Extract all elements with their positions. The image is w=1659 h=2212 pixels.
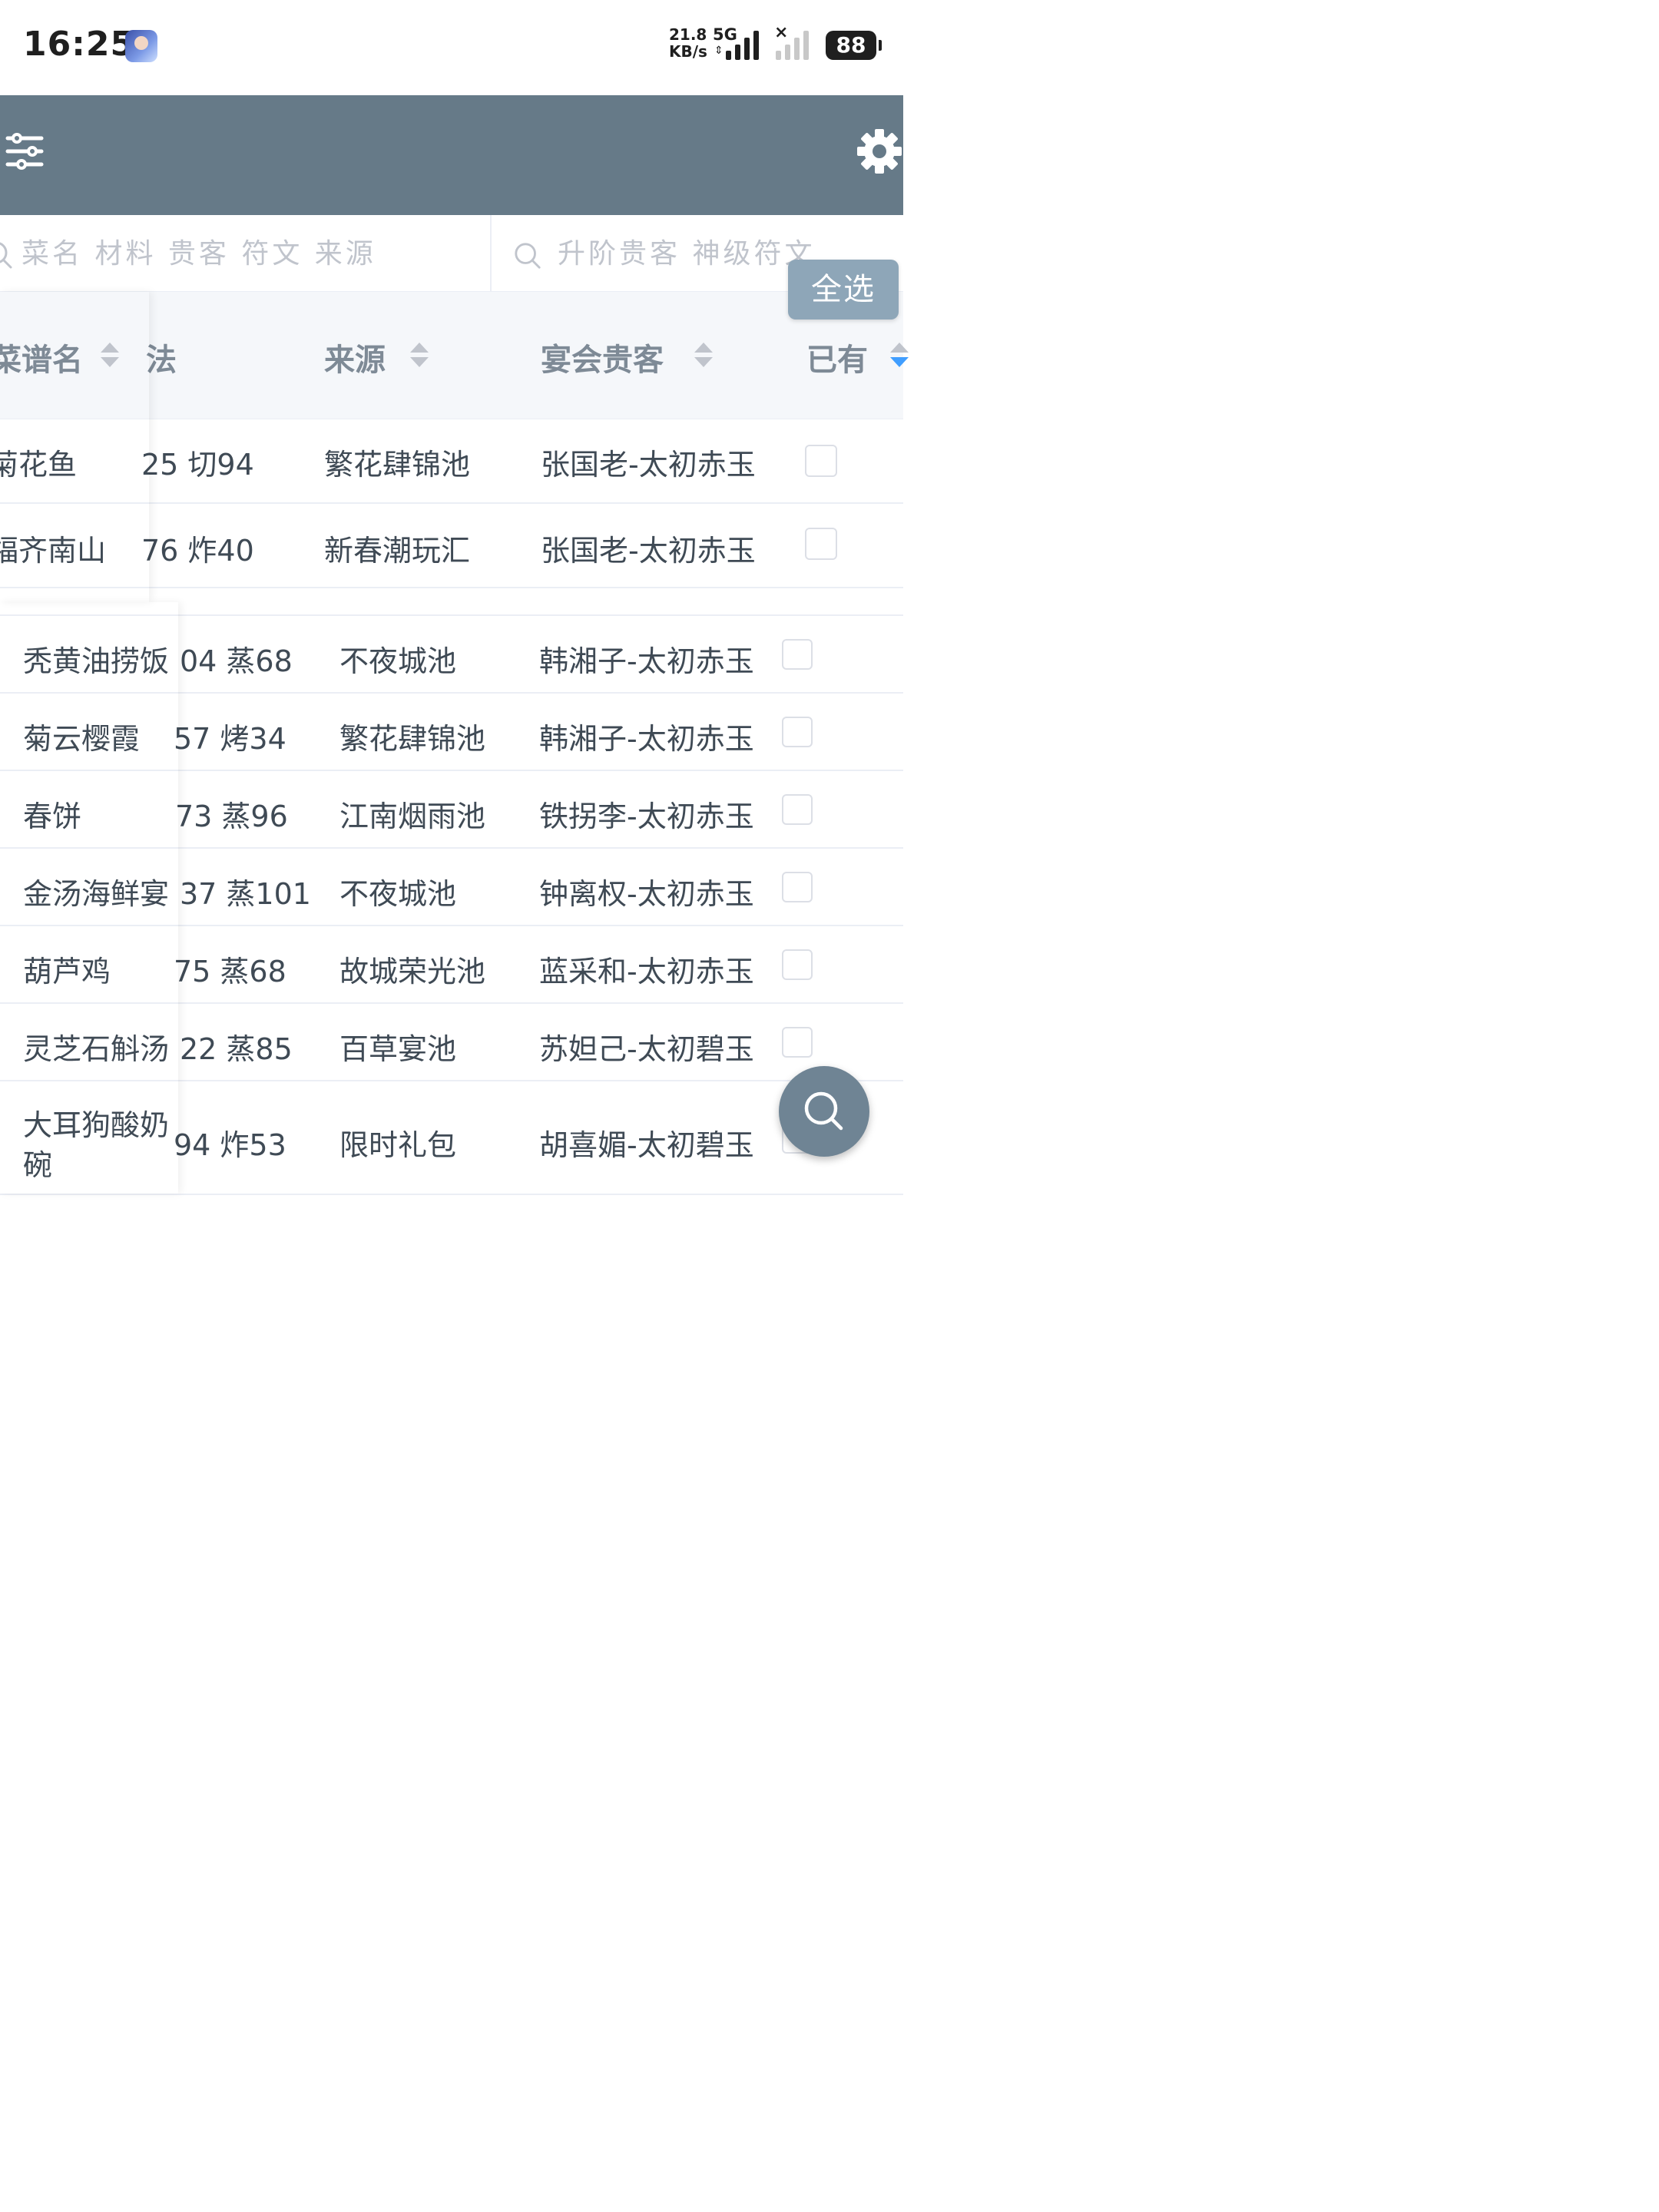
method-cell: 76 炸40	[141, 534, 254, 568]
search-icon	[804, 1091, 843, 1131]
battery-icon: 88	[826, 31, 882, 60]
table-row-gap	[0, 588, 903, 616]
search-row	[0, 215, 903, 292]
recipe-name-cell: 菊花鱼	[0, 448, 78, 482]
method-cell: 04 蒸68	[180, 644, 293, 678]
guest-cell: 钟离权-太初赤玉	[539, 877, 754, 911]
source-cell: 不夜城池	[339, 877, 457, 911]
sort-icon[interactable]	[888, 339, 911, 370]
guest-cell: 苏妲己-太初碧玉	[539, 1032, 754, 1066]
table-row[interactable]: 福齐南山 76 炸40 新春潮玩汇 张国老-太初赤玉	[0, 504, 903, 588]
table-header	[0, 292, 903, 419]
owned-checkbox[interactable]	[782, 639, 813, 670]
column-header-banquet-guest[interactable]: 宴会贵客	[541, 335, 664, 379]
gear-icon[interactable]	[856, 127, 903, 175]
table-row[interactable]: 秃黄油捞饭 04 蒸68 不夜城池 韩湘子-太初赤玉	[0, 616, 903, 694]
guest-cell: 张国老-太初赤玉	[541, 534, 756, 568]
owned-checkbox[interactable]	[782, 1027, 813, 1058]
recipe-name-cell: 菊云樱霞	[23, 722, 141, 756]
guest-cell: 胡喜媚-太初碧玉	[539, 1128, 754, 1162]
table-row[interactable]: 大耳狗酸奶 碗 94 炸53 限时礼包 胡喜媚-太初碧玉	[0, 1081, 903, 1195]
recipe-name-cell: 秃黄油捞饭	[23, 644, 170, 678]
network-speed-unit: KB/s	[669, 42, 707, 61]
floating-search-button[interactable]	[779, 1066, 869, 1157]
source-cell: 限时礼包	[339, 1128, 457, 1162]
source-cell: 百草宴池	[339, 1032, 457, 1066]
source-cell: 繁花肆锦池	[339, 722, 486, 756]
guest-cell: 铁拐李-太初赤玉	[539, 800, 754, 833]
source-cell: 新春潮玩汇	[324, 534, 471, 568]
data-arrows-icon: ⇕	[714, 45, 724, 57]
table-row[interactable]: 春饼 73 蒸96 江南烟雨池 铁拐李-太初赤玉	[0, 771, 903, 849]
method-cell: 25 切94	[141, 448, 254, 482]
sort-icon[interactable]	[98, 339, 121, 370]
column-header-recipe-name[interactable]: 菜谱名	[0, 335, 83, 379]
network-speed-value: 21.8	[669, 25, 707, 44]
method-cell: 37 蒸101	[180, 877, 311, 911]
method-cell: 94 炸53	[174, 1128, 286, 1162]
method-cell: 73 蒸96	[175, 800, 288, 833]
table-row[interactable]: 金汤海鲜宴 37 蒸101 不夜城池 钟离权-太初赤玉	[0, 849, 903, 926]
recipe-name-cell-line-2: 碗	[23, 1148, 53, 1182]
column-header-method[interactable]: 法	[146, 335, 177, 379]
search-icon	[0, 242, 12, 269]
owned-checkbox[interactable]	[805, 528, 837, 560]
status-bar: 16:25 21.8 KB/s 5G ⇕ × 88	[0, 0, 903, 95]
method-cell: 22 蒸85	[180, 1032, 293, 1066]
recipe-search-input[interactable]	[22, 215, 482, 292]
guest-cell: 蓝采和-太初赤玉	[539, 955, 754, 988]
network-speed: 21.8 KB/s	[669, 26, 707, 60]
guest-cell: 韩湘子-太初赤玉	[539, 722, 754, 756]
signal-strength-icon	[726, 29, 759, 60]
sort-icon[interactable]	[692, 339, 715, 370]
table-row[interactable]: 灵芝石斛汤 22 蒸85 百草宴池 苏妲己-太初碧玉	[0, 1004, 903, 1081]
source-cell: 繁花肆锦池	[324, 448, 471, 482]
select-all-button[interactable]: 全选	[788, 260, 899, 320]
search-divider	[490, 215, 492, 292]
app-notification-icon	[125, 30, 157, 62]
owned-checkbox[interactable]	[805, 445, 837, 477]
recipe-name-cell-line-1: 大耳狗酸奶	[23, 1108, 170, 1142]
column-header-owned[interactable]: 已有	[806, 335, 868, 379]
status-time: 16:25	[23, 25, 135, 64]
table-row[interactable]: 菊花鱼 25 切94 繁花肆锦池 张国老-太初赤玉	[0, 419, 903, 504]
owned-checkbox[interactable]	[782, 717, 813, 747]
source-cell: 江南烟雨池	[339, 800, 486, 833]
recipe-name-cell: 金汤海鲜宴	[23, 877, 170, 911]
recipe-name-cell: 葫芦鸡	[23, 955, 111, 988]
source-cell: 故城荣光池	[339, 955, 486, 988]
guest-cell: 张国老-太初赤玉	[541, 448, 756, 482]
owned-checkbox[interactable]	[782, 794, 813, 825]
table-row[interactable]: 葫芦鸡 75 蒸68 故城荣光池 蓝采和-太初赤玉	[0, 926, 903, 1004]
source-cell: 不夜城池	[339, 644, 457, 678]
recipe-name-cell: 春饼	[23, 800, 82, 833]
app-header	[0, 95, 903, 215]
method-cell: 75 蒸68	[174, 955, 286, 988]
sort-icon[interactable]	[408, 339, 431, 370]
owned-checkbox[interactable]	[782, 872, 813, 902]
column-header-source[interactable]: 来源	[324, 335, 386, 379]
filter-sliders-icon[interactable]	[5, 132, 45, 171]
method-cell: 57 烤34	[174, 722, 286, 756]
recipe-name-cell: 灵芝石斛汤	[23, 1032, 170, 1066]
guest-cell: 韩湘子-太初赤玉	[539, 644, 754, 678]
table-row[interactable]: 菊云樱霞 57 烤34 繁花肆锦池 韩湘子-太初赤玉	[0, 694, 903, 771]
signal-strength-2-icon	[776, 29, 809, 60]
recipe-name-cell: 福齐南山	[0, 534, 107, 568]
search-icon	[515, 243, 541, 269]
owned-checkbox[interactable]	[782, 949, 813, 980]
